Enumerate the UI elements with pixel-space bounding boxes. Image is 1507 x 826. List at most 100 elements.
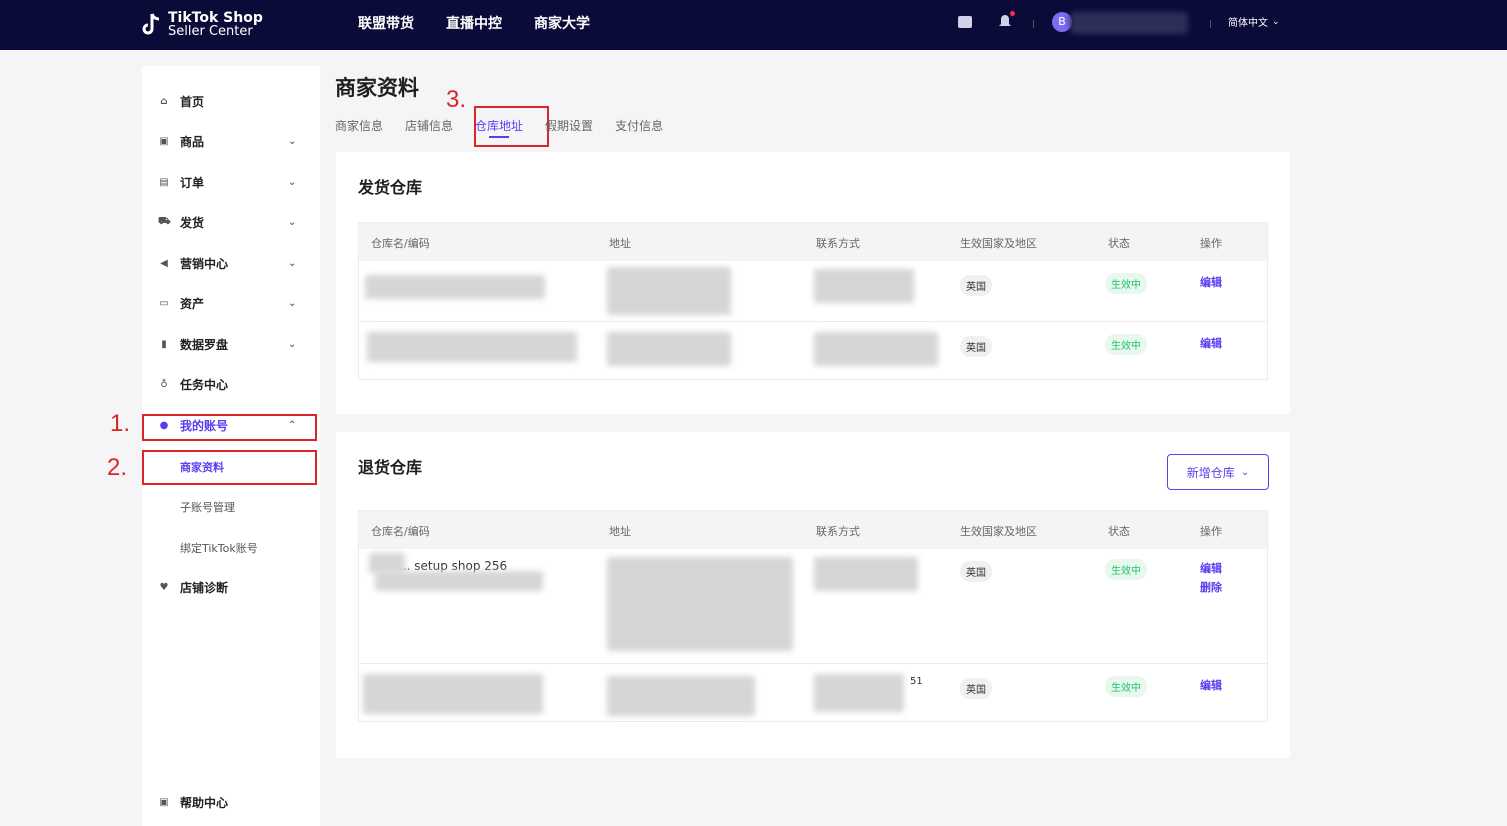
- tab-merchant-info[interactable]: 商家信息: [335, 117, 383, 134]
- username-blurred[interactable]: [1070, 12, 1188, 34]
- language-label: 简体中文: [1228, 18, 1268, 29]
- add-warehouse-label: 新增仓库: [1186, 465, 1235, 480]
- col-address: 地址: [609, 525, 631, 538]
- col-name: 仓库名/编码: [371, 525, 430, 538]
- delete-link[interactable]: 删除: [1200, 579, 1222, 595]
- edit-link[interactable]: 编辑: [1200, 274, 1222, 290]
- sidebar-item-orders[interactable]: ▤ 订单 ⌄: [142, 165, 320, 199]
- table-row: 51 英国 生效中 编辑: [359, 663, 1267, 721]
- redacted-address: [607, 332, 731, 366]
- products-icon: ▣: [159, 135, 169, 147]
- avatar[interactable]: B: [1052, 12, 1072, 32]
- col-actions: 操作: [1200, 525, 1222, 538]
- status-badge: 生效中: [1105, 676, 1147, 697]
- divider: [1210, 20, 1211, 28]
- region-badge: 英国: [960, 275, 992, 296]
- sidebar-item-label: 首页: [180, 94, 205, 109]
- sidebar-item-shop-diagnosis[interactable]: ♥ 店铺诊断: [142, 570, 320, 604]
- chevron-down-icon: ⌄: [288, 216, 297, 228]
- col-contact: 联系方式: [816, 525, 860, 538]
- sidebar-item-label: 资产: [180, 296, 205, 311]
- nav-live-control[interactable]: 直播中控: [446, 13, 502, 33]
- chevron-down-icon: ⌄: [288, 135, 297, 147]
- col-address: 地址: [609, 237, 631, 250]
- tab-shop-info[interactable]: 店铺信息: [405, 117, 453, 134]
- tab-payment-info[interactable]: 支付信息: [615, 117, 663, 134]
- col-region: 生效国家及地区: [960, 237, 1037, 250]
- add-warehouse-button[interactable]: 新增仓库 ⌄: [1167, 454, 1269, 490]
- edit-link[interactable]: 编辑: [1200, 560, 1222, 576]
- truck-icon: ⛟: [158, 215, 171, 227]
- col-contact: 联系方式: [816, 237, 860, 250]
- sidebar-item-label: 发货: [180, 215, 205, 230]
- return-warehouse-table: 仓库名/编码 地址 联系方式 生效国家及地区 状态 操作 ... setup s…: [358, 510, 1268, 722]
- help-icon: ▣: [159, 796, 169, 808]
- notification-dot: [1010, 11, 1015, 16]
- redacted-name: [363, 674, 543, 714]
- ship-warehouse-table: 仓库名/编码 地址 联系方式 生效国家及地区 状态 操作 英国 生效中 编辑 英…: [358, 222, 1268, 380]
- ship-warehouse-card: 发货仓库 仓库名/编码 地址 联系方式 生效国家及地区 状态 操作 英国 生效中…: [336, 152, 1290, 414]
- language-selector[interactable]: 简体中文 ⌄: [1228, 14, 1280, 30]
- table-row: 英国 生效中 编辑: [359, 261, 1267, 321]
- sidebar-item-marketing[interactable]: ◀ 营销中心 ⌄: [142, 246, 320, 280]
- tiktok-shop-logo[interactable]: TikTok Shop Seller Center: [140, 6, 263, 44]
- medal-icon: ♁: [160, 378, 168, 390]
- sidebar-item-home[interactable]: ⌂ 首页: [142, 84, 320, 118]
- ship-warehouse-title: 发货仓库: [358, 178, 423, 197]
- sidebar-item-label: 订单: [180, 175, 205, 190]
- sidebar-item-products[interactable]: ▣ 商品 ⌄: [142, 124, 320, 158]
- annotation-step-2: 2.: [107, 454, 128, 481]
- page-title: 商家资料: [335, 76, 419, 100]
- table-header: 仓库名/编码 地址 联系方式 生效国家及地区 状态 操作: [359, 511, 1267, 549]
- annotation-step-3: 3.: [446, 86, 467, 113]
- tab-bar: 商家信息 店铺信息 仓库地址 假期设置 支付信息: [335, 117, 685, 138]
- message-icon[interactable]: [958, 16, 972, 28]
- sidebar-sub-subaccounts[interactable]: 子账号管理: [180, 499, 235, 515]
- sidebar-item-tasks[interactable]: ♁ 任务中心: [142, 367, 320, 401]
- sidebar-item-label: 帮助中心: [180, 795, 229, 810]
- sidebar-sub-bind-tiktok[interactable]: 绑定TikTok账号: [180, 540, 258, 556]
- table-row: ... setup shop 256 英国 生效中 编辑 删除: [359, 549, 1267, 663]
- redacted-name: [365, 275, 545, 299]
- orders-icon: ▤: [159, 176, 169, 188]
- chevron-down-icon: ⌄: [1272, 16, 1280, 27]
- chevron-down-icon: ⌄: [288, 297, 297, 309]
- sidebar-item-label: 营销中心: [180, 256, 229, 271]
- megaphone-icon: ◀: [160, 257, 168, 269]
- sidebar-item-assets[interactable]: ▭ 资产 ⌄: [142, 286, 320, 320]
- nav-seller-university[interactable]: 商家大学: [534, 13, 590, 33]
- sidebar-item-label: 商品: [180, 134, 205, 149]
- status-badge: 生效中: [1105, 273, 1147, 294]
- col-actions: 操作: [1200, 237, 1222, 250]
- chevron-down-icon: ⌄: [288, 176, 297, 188]
- redacted-contact: [814, 269, 914, 303]
- redacted-address: [607, 676, 755, 716]
- col-status: 状态: [1108, 525, 1130, 538]
- redacted-name: [369, 553, 405, 573]
- chevron-down-icon: ⌄: [288, 338, 297, 350]
- redacted-address: [607, 557, 793, 651]
- col-region: 生效国家及地区: [960, 525, 1037, 538]
- bell-icon[interactable]: [998, 11, 1015, 30]
- divider: [1033, 20, 1034, 28]
- sidebar-item-data-compass[interactable]: ▮ 数据罗盘 ⌄: [142, 327, 320, 361]
- col-status: 状态: [1108, 237, 1130, 250]
- return-warehouse-title: 退货仓库: [358, 458, 423, 477]
- bar-chart-icon: ▮: [161, 338, 167, 350]
- sidebar: ⌂ 首页 ▣ 商品 ⌄ ▤ 订单 ⌄ ⛟ 发货 ⌄ ◀ 营销中心 ⌄ ▭ 资产 …: [142, 66, 320, 826]
- tab-warehouse-address[interactable]: 仓库地址: [475, 117, 523, 138]
- chevron-down-icon: ⌄: [288, 257, 297, 269]
- annotation-step-1: 1.: [110, 410, 131, 437]
- region-badge: 英国: [960, 561, 992, 582]
- top-nav: 联盟带货 直播中控 商家大学: [358, 13, 590, 33]
- sidebar-item-shipping[interactable]: ⛟ 发货 ⌄: [142, 205, 320, 239]
- redacted-contact: [814, 674, 904, 712]
- redacted-contact: [814, 557, 918, 591]
- tab-holiday-settings[interactable]: 假期设置: [545, 117, 593, 134]
- sidebar-item-help-center[interactable]: ▣ 帮助中心: [142, 785, 320, 819]
- diagnosis-icon: ♥: [159, 581, 169, 593]
- edit-link[interactable]: 编辑: [1200, 677, 1222, 693]
- table-header: 仓库名/编码 地址 联系方式 生效国家及地区 状态 操作: [359, 223, 1267, 261]
- edit-link[interactable]: 编辑: [1200, 335, 1222, 351]
- nav-affiliate[interactable]: 联盟带货: [358, 13, 414, 33]
